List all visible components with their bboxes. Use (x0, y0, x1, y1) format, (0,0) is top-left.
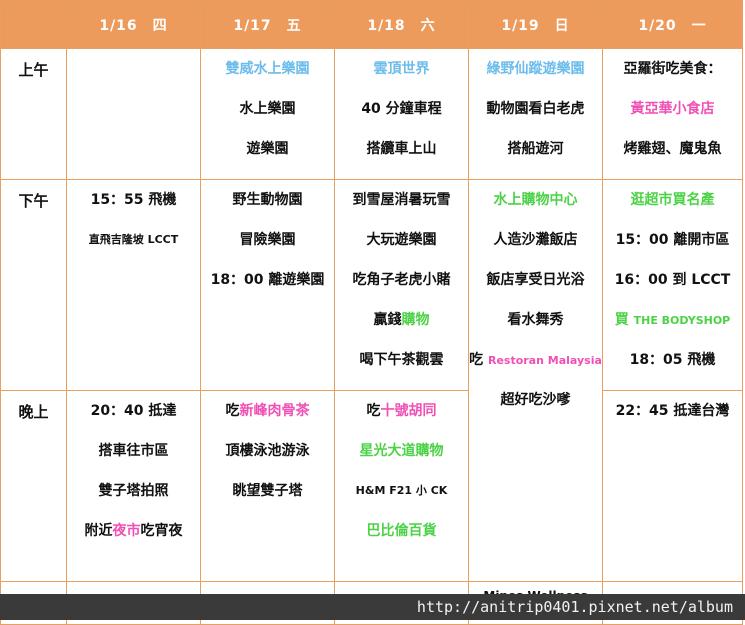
cell-d4-afternoon-evening: 水上購物中心 人造沙灘飯店 飯店享受日光浴 看水舞秀吃 Restoran Malays… (468, 179, 603, 582)
activity-line: 逛超市買名產 (630, 192, 715, 208)
activity-line: 贏錢購物 (335, 300, 468, 340)
cell-d1-afternoon: 15：55 飛機 直飛吉隆坡 LCCT (66, 179, 201, 391)
activity-line: 綠野仙蹤遊樂園 (486, 61, 585, 77)
cell-d2-evening: 吃新峰肉骨茶頂樓泳池游泳 眺望雙子塔 (200, 390, 335, 582)
cell-d1-evening: 20：40 抵達 搭車往市區雙子塔拍照附近夜市吃宵夜 (66, 390, 201, 582)
activity-line: 40 分鐘車程 (361, 101, 442, 117)
evening-row: 晚上 20：40 抵達 搭車往市區 雙子塔拍照 附近夜市吃宵夜 吃新峰肉骨茶 頂樓泳池游… (0, 390, 743, 582)
activity-line: 22：45 抵達台灣 (615, 403, 730, 419)
activity-line: 野生動物園 (232, 192, 303, 208)
activity-segment: 夜市 (112, 523, 141, 539)
activity-segment: 贏錢 (373, 312, 402, 328)
activity-line: 水上購物中心 (493, 192, 578, 208)
day-header-5: 1/20 一 (602, 0, 743, 49)
watermark-url: http://anitrip0401.pixnet.net/album (0, 594, 745, 620)
cell-d3-evening: 吃十號胡同星光大道購物 H&M F21 小 CK 巴比倫百貨 (334, 390, 469, 582)
activity-segment: 十號胡同 (380, 403, 437, 419)
activity-line: 雙威水上樂園 (225, 61, 310, 77)
activity-line: 喝下午茶觀雲 (359, 352, 444, 368)
activity-segment: 買 (614, 312, 634, 328)
cell-d2-afternoon: 野生動物園冒險樂園 18：00 離遊樂園 (200, 179, 335, 391)
activity-segment: THE BODYSHOP (633, 314, 731, 327)
activity-line: 搭車往市區 (98, 443, 169, 459)
activity-line: H&M F21 小 CK (355, 484, 448, 497)
activity-segment: 吃 (225, 403, 240, 419)
activity-line: 雙子塔拍照 (98, 483, 169, 499)
activity-line: 直飛吉隆坡 LCCT (88, 233, 179, 246)
cell-d1-morning (66, 48, 201, 180)
activity-segment: 吃宵夜 (140, 523, 183, 539)
activity-line: 15：55 飛機 (90, 192, 177, 208)
activity-line: 18：05 飛機 (629, 352, 716, 368)
activity-line: 巴比倫百貨 (366, 523, 437, 539)
activity-line: 烤雞翅、魔鬼魚 (623, 141, 722, 157)
activity-segment: 吃 (366, 403, 381, 419)
header-row: 1/16 四 1/17 五 1/18 六 1/19 日 1/20 一 (0, 0, 743, 49)
activity-line: 買 THE BODYSHOP (603, 300, 742, 340)
activity-line: 到雪屋消暑玩雪 (352, 192, 451, 208)
day-header-1: 1/16 四 (66, 0, 201, 49)
activity-line: 吃 Restoran Malaysia (469, 340, 602, 380)
activity-line: 人造沙灘飯店 (493, 232, 578, 248)
row-label-evening: 晚上 (0, 390, 67, 582)
activity-line: 20：40 抵達 (90, 403, 177, 419)
activity-segment: Restoran Malaysia (487, 354, 602, 367)
cell-d3-morning: 雲頂世界 40 分鐘車程 搭纜車上山 (334, 48, 469, 180)
activity-line: 搭船遊河 (507, 141, 564, 157)
activity-line: 雲頂世界 (373, 61, 430, 77)
activity-segment: 購物 (401, 312, 430, 328)
corner-cell (0, 0, 67, 49)
day-header-4: 1/19 日 (468, 0, 603, 49)
activity-line: 遊樂園 (246, 141, 289, 157)
activity-line: 15：00 離開市區 (615, 232, 730, 248)
activity-line: 冒險樂園 (239, 232, 296, 248)
row-label-morning: 上午 (0, 48, 67, 180)
cell-d2-morning: 雙威水上樂園 水上樂園遊樂園 (200, 48, 335, 180)
day-header-3: 1/18 六 (334, 0, 469, 49)
cell-d4-morning: 綠野仙蹤遊樂園 動物園看白老虎 搭船遊河 (468, 48, 603, 180)
row-label-afternoon: 下午 (0, 179, 67, 391)
cell-d5-evening: 22：45 抵達台灣 (602, 390, 743, 582)
activity-line: 16：00 到 LCCT (614, 272, 731, 288)
activity-line: 吃新峰肉骨茶 (201, 391, 334, 431)
activity-line: 吃十號胡同 (335, 391, 468, 431)
activity-line: 超好吃沙嗲 (500, 392, 571, 408)
activity-line: 附近夜市吃宵夜 (67, 511, 200, 551)
activity-line: 吃角子老虎小賭 (352, 272, 451, 288)
activity-line: 頂樓泳池游泳 (225, 443, 310, 459)
activity-line: 黃亞華小食店 (630, 101, 715, 117)
activity-line: 水上樂園 (239, 101, 296, 117)
activity-line: 大玩遊樂園 (366, 232, 437, 248)
activity-line: 動物園看白老虎 (486, 101, 585, 117)
day-header-2: 1/17 五 (200, 0, 335, 49)
activity-segment: 吃 (469, 352, 488, 368)
activity-line: 眺望雙子塔 (232, 483, 303, 499)
activity-line: 星光大道購物 (359, 443, 444, 459)
activity-line: 亞羅街吃美食： (623, 61, 722, 77)
cell-d3-afternoon: 到雪屋消暑玩雪 大玩遊樂園吃角子老虎小賭贏錢購物喝下午茶觀雲 (334, 179, 469, 391)
cell-d5-afternoon: 逛超市買名產 15：00 離開市區 16：00 到 LCCT 買 THE BODYSH… (602, 179, 743, 391)
activity-line: 18：00 離遊樂園 (210, 272, 325, 288)
morning-row: 上午 雙威水上樂園 水上樂園遊樂園 雲頂世界 40 分鐘車程 搭纜車上山 綠野仙蹤遊樂… (0, 48, 743, 180)
activity-line: 飯店享受日光浴 (486, 272, 585, 288)
activity-segment: 附近 (84, 523, 113, 539)
cell-d5-morning: 亞羅街吃美食： 黃亞華小食店 烤雞翅、魔鬼魚 (602, 48, 743, 180)
activity-segment: 新峰肉骨茶 (239, 403, 310, 419)
activity-line: 看水舞秀 (507, 312, 564, 328)
activity-line: 搭纜車上山 (366, 141, 437, 157)
itinerary-table: 1/16 四 1/17 五 1/18 六 1/19 日 1/20 一 上午 雙威… (0, 0, 743, 625)
afternoon-row: 下午 15：55 飛機 直飛吉隆坡 LCCT 野生動物園冒險樂園 18：00 離遊樂… (0, 179, 743, 582)
